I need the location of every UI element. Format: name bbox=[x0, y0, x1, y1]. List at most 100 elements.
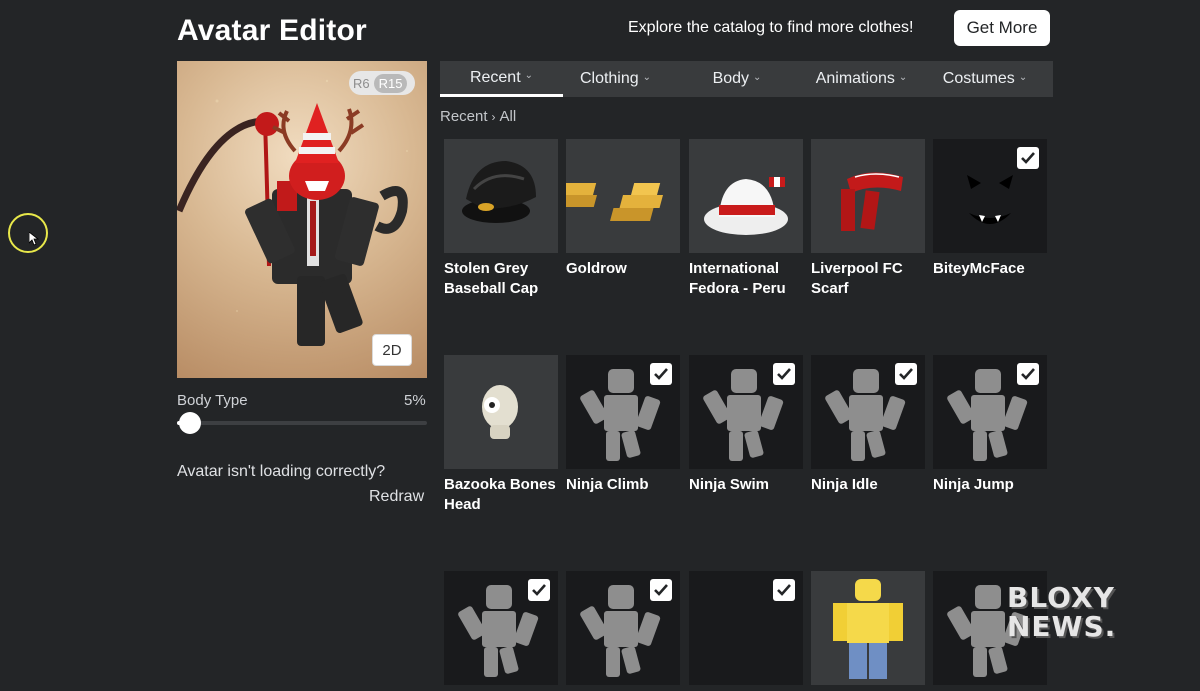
checkmark-icon bbox=[654, 368, 668, 380]
checkmark-icon bbox=[777, 368, 791, 380]
breadcrumb-root[interactable]: Recent bbox=[440, 108, 488, 125]
item-thumbnail[interactable] bbox=[689, 571, 803, 685]
item-thumbnail[interactable] bbox=[444, 355, 558, 469]
checkmark-icon bbox=[899, 368, 913, 380]
gold-bars-icon bbox=[566, 183, 663, 221]
chevron-down-icon: ⌄ bbox=[1018, 71, 1028, 83]
catalog-item-card[interactable]: Ninja Swim bbox=[689, 355, 803, 495]
tab-label: Body bbox=[712, 70, 750, 87]
bloxy-news-watermark: BLOXY NEWS. bbox=[1007, 584, 1157, 644]
catalog-item-card[interactable] bbox=[566, 571, 680, 691]
catalog-item-card[interactable]: Bazooka Bones Head bbox=[444, 355, 558, 515]
checkmark-icon bbox=[1021, 368, 1035, 380]
body-type-slider[interactable] bbox=[177, 412, 427, 434]
item-name[interactable]: Goldrow bbox=[566, 259, 684, 279]
item-thumbnail[interactable] bbox=[811, 139, 925, 253]
item-thumbnail[interactable] bbox=[933, 355, 1047, 469]
loading-help-text: Avatar isn't loading correctly? bbox=[177, 463, 386, 480]
equipped-check-badge[interactable] bbox=[773, 579, 795, 601]
item-thumbnail[interactable] bbox=[444, 139, 558, 253]
avatar-figure-icon bbox=[833, 579, 903, 679]
checkmark-icon bbox=[1021, 152, 1035, 164]
chevron-down-icon: ⌄ bbox=[642, 71, 652, 83]
catalog-item-card[interactable]: International Fedora - Peru bbox=[689, 139, 803, 299]
equipped-check-badge[interactable] bbox=[650, 363, 672, 385]
item-name[interactable]: Bazooka Bones Head bbox=[444, 475, 562, 515]
page-title: Avatar Editor bbox=[177, 14, 367, 47]
catalog-item-card[interactable]: Ninja Climb bbox=[566, 355, 680, 495]
body-type-value: 5% bbox=[404, 392, 426, 409]
checkmark-icon bbox=[532, 584, 546, 596]
cursor-highlight-ring bbox=[8, 213, 48, 253]
item-name[interactable]: Stolen Grey Baseball Cap bbox=[444, 259, 562, 299]
tab-label: Animations bbox=[815, 70, 895, 87]
tab-clothing[interactable]: Clothing ⌄ bbox=[563, 61, 668, 97]
equipped-check-badge[interactable] bbox=[1017, 363, 1039, 385]
catalog-item-card[interactable] bbox=[689, 571, 803, 691]
checkmark-icon bbox=[654, 584, 668, 596]
item-name[interactable]: Ninja Climb bbox=[566, 475, 684, 495]
get-more-button[interactable]: Get More bbox=[954, 10, 1050, 46]
item-name[interactable]: BiteyMcFace bbox=[933, 259, 1051, 279]
catalog-item-card[interactable]: Ninja Jump bbox=[933, 355, 1047, 495]
baseball-cap-icon bbox=[462, 161, 536, 223]
item-thumbnail[interactable] bbox=[566, 139, 680, 253]
item-thumbnail[interactable] bbox=[933, 139, 1047, 253]
watermark-line-1: BLOXY bbox=[1007, 581, 1115, 614]
item-thumbnail[interactable] bbox=[811, 571, 925, 685]
view-2d-button[interactable]: 2D bbox=[372, 334, 412, 366]
checkmark-icon bbox=[777, 584, 791, 596]
item-thumbnail[interactable] bbox=[689, 139, 803, 253]
item-name[interactable]: Ninja Swim bbox=[689, 475, 807, 495]
avatar-preview[interactable]: R6 R15 2D bbox=[177, 61, 427, 378]
body-type-slider-thumb[interactable] bbox=[178, 412, 201, 434]
catalog-item-card[interactable]: BiteyMcFace bbox=[933, 139, 1047, 279]
tab-costumes[interactable]: Costumes ⌄ bbox=[917, 61, 1053, 97]
item-name[interactable]: Liverpool FC Scarf bbox=[811, 259, 929, 299]
category-tabs: Recent ⌄ Clothing ⌄ Body ⌄ Animations ⌄ Cost… bbox=[440, 61, 1053, 97]
catalog-item-card[interactable] bbox=[444, 571, 558, 691]
item-name[interactable]: Ninja Idle bbox=[811, 475, 929, 495]
chevron-down-icon: ⌄ bbox=[898, 71, 908, 83]
tab-label: Costumes bbox=[942, 70, 1015, 87]
equipped-check-badge[interactable] bbox=[650, 579, 672, 601]
body-type-label: Body Type bbox=[177, 392, 248, 409]
item-thumbnail[interactable] bbox=[566, 571, 680, 685]
fedora-icon bbox=[704, 177, 788, 235]
tab-animations[interactable]: Animations ⌄ bbox=[806, 61, 917, 97]
breadcrumb-current: All bbox=[499, 108, 517, 125]
item-thumbnail[interactable] bbox=[566, 355, 680, 469]
rig-r6-option[interactable]: R6 bbox=[353, 76, 370, 91]
item-name[interactable]: International Fedora - Peru bbox=[689, 259, 807, 299]
tab-body[interactable]: Body ⌄ bbox=[668, 61, 806, 97]
equipped-check-badge[interactable] bbox=[773, 363, 795, 385]
chevron-down-icon: ⌄ bbox=[524, 70, 534, 81]
catalog-item-card[interactable]: Ninja Idle bbox=[811, 355, 925, 495]
tab-label: Recent bbox=[469, 68, 521, 86]
avatar-figure-render bbox=[177, 79, 408, 346]
item-name[interactable]: Ninja Jump bbox=[933, 475, 1051, 495]
equipped-check-badge[interactable] bbox=[895, 363, 917, 385]
catalog-item-card[interactable]: Liverpool FC Scarf bbox=[811, 139, 925, 299]
item-thumbnail[interactable] bbox=[811, 355, 925, 469]
chevron-down-icon: ⌄ bbox=[753, 71, 762, 83]
rig-type-toggle[interactable]: R6 R15 bbox=[349, 71, 415, 95]
chevron-right-icon: › bbox=[491, 110, 496, 124]
scarf-icon bbox=[841, 172, 903, 231]
item-thumbnail[interactable] bbox=[444, 571, 558, 685]
catalog-promo-text: Explore the catalog to find more clothes… bbox=[628, 19, 914, 36]
catalog-item-card[interactable]: Stolen Grey Baseball Cap bbox=[444, 139, 558, 299]
watermark-line-2: NEWS. bbox=[1007, 610, 1117, 643]
redraw-link[interactable]: Redraw bbox=[369, 488, 424, 506]
skull-head-icon bbox=[482, 385, 518, 439]
breadcrumb: Recent › All bbox=[440, 108, 516, 125]
catalog-item-card[interactable]: Goldrow bbox=[566, 139, 680, 279]
catalog-item-card[interactable] bbox=[811, 571, 925, 691]
tab-label: Clothing bbox=[579, 70, 639, 87]
rig-r15-option[interactable]: R15 bbox=[373, 73, 408, 93]
mouse-cursor-icon bbox=[29, 232, 39, 246]
tab-recent[interactable]: Recent ⌄ bbox=[440, 61, 563, 97]
equipped-check-badge[interactable] bbox=[1017, 147, 1039, 169]
equipped-check-badge[interactable] bbox=[528, 579, 550, 601]
item-thumbnail[interactable] bbox=[689, 355, 803, 469]
